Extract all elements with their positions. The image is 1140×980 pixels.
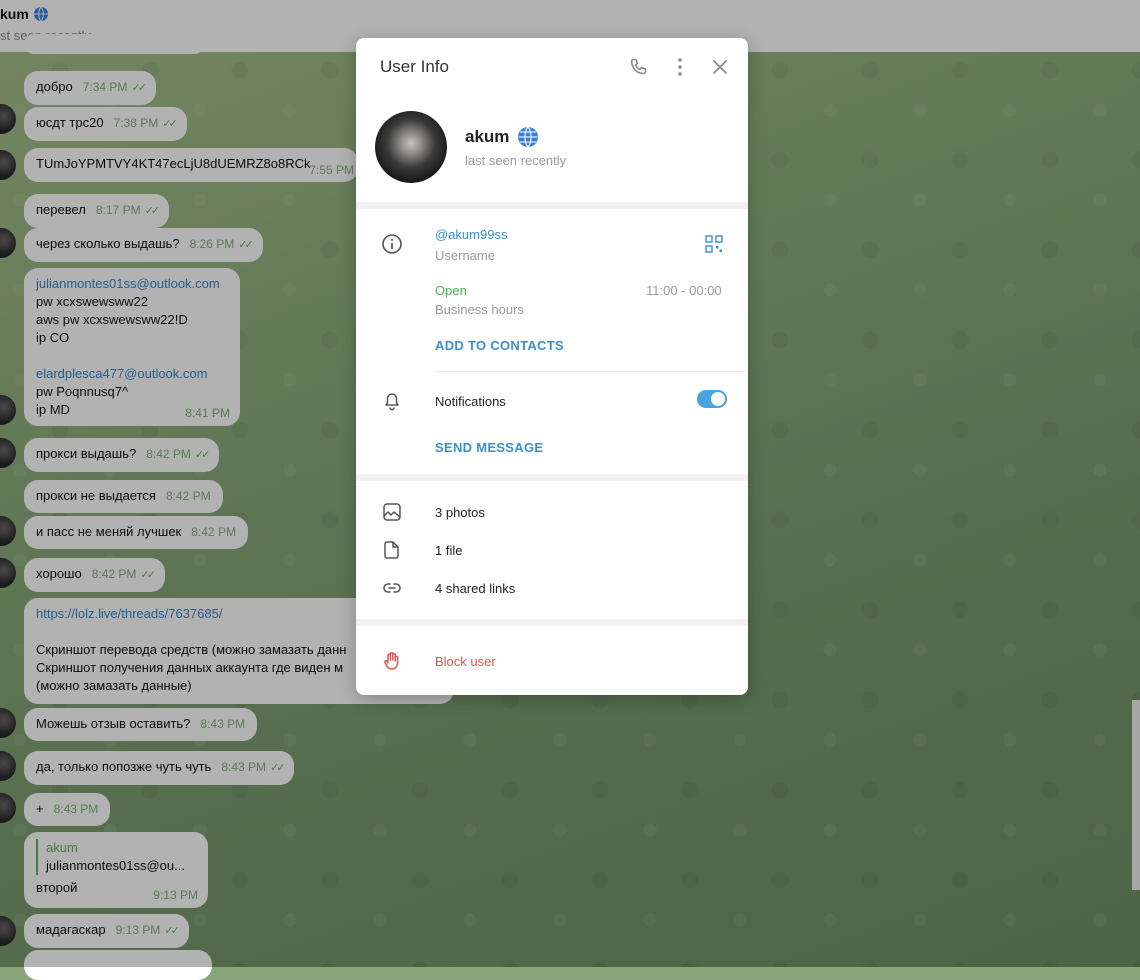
dialog-title: User Info: [380, 57, 449, 76]
send-message-button[interactable]: SEND MESSAGE: [435, 440, 543, 455]
phone-icon[interactable]: [627, 55, 651, 79]
profile-name: akum: [465, 126, 539, 148]
profile-status: last seen recently: [465, 153, 567, 168]
section-divider: [356, 619, 748, 626]
business-hours-label: Business hours: [435, 302, 524, 317]
business-hours-value: 11:00 - 00:00: [646, 283, 722, 298]
shared-files[interactable]: 1 file: [435, 543, 462, 558]
profile-avatar[interactable]: [375, 111, 447, 183]
qr-code-icon[interactable]: [705, 235, 723, 253]
notifications-label: Notifications: [435, 394, 506, 409]
more-vertical-icon[interactable]: [668, 55, 692, 79]
bell-icon: [385, 393, 399, 411]
section-divider: [356, 202, 748, 209]
section-divider: [356, 474, 748, 481]
globe-icon: [518, 126, 539, 148]
notifications-toggle[interactable]: [697, 390, 727, 408]
link-icon: [383, 583, 401, 593]
username-label: Username: [435, 248, 495, 263]
close-icon[interactable]: [708, 55, 732, 79]
file-icon: [384, 541, 399, 559]
user-info-dialog: User Info akum last seen recently @akum9…: [356, 38, 748, 695]
add-to-contacts-button[interactable]: ADD TO CONTACTS: [435, 338, 564, 353]
username-value[interactable]: @akum99ss: [435, 227, 507, 242]
block-user-button[interactable]: Block user: [435, 654, 496, 669]
shared-photos[interactable]: 3 photos: [435, 505, 485, 520]
info-icon: [382, 234, 402, 254]
open-status: Open: [435, 283, 467, 298]
toggle-knob: [711, 392, 725, 406]
photo-icon: [383, 503, 401, 521]
shared-links[interactable]: 4 shared links: [435, 581, 515, 596]
hand-stop-icon: [384, 652, 399, 670]
row-divider: [435, 371, 748, 372]
